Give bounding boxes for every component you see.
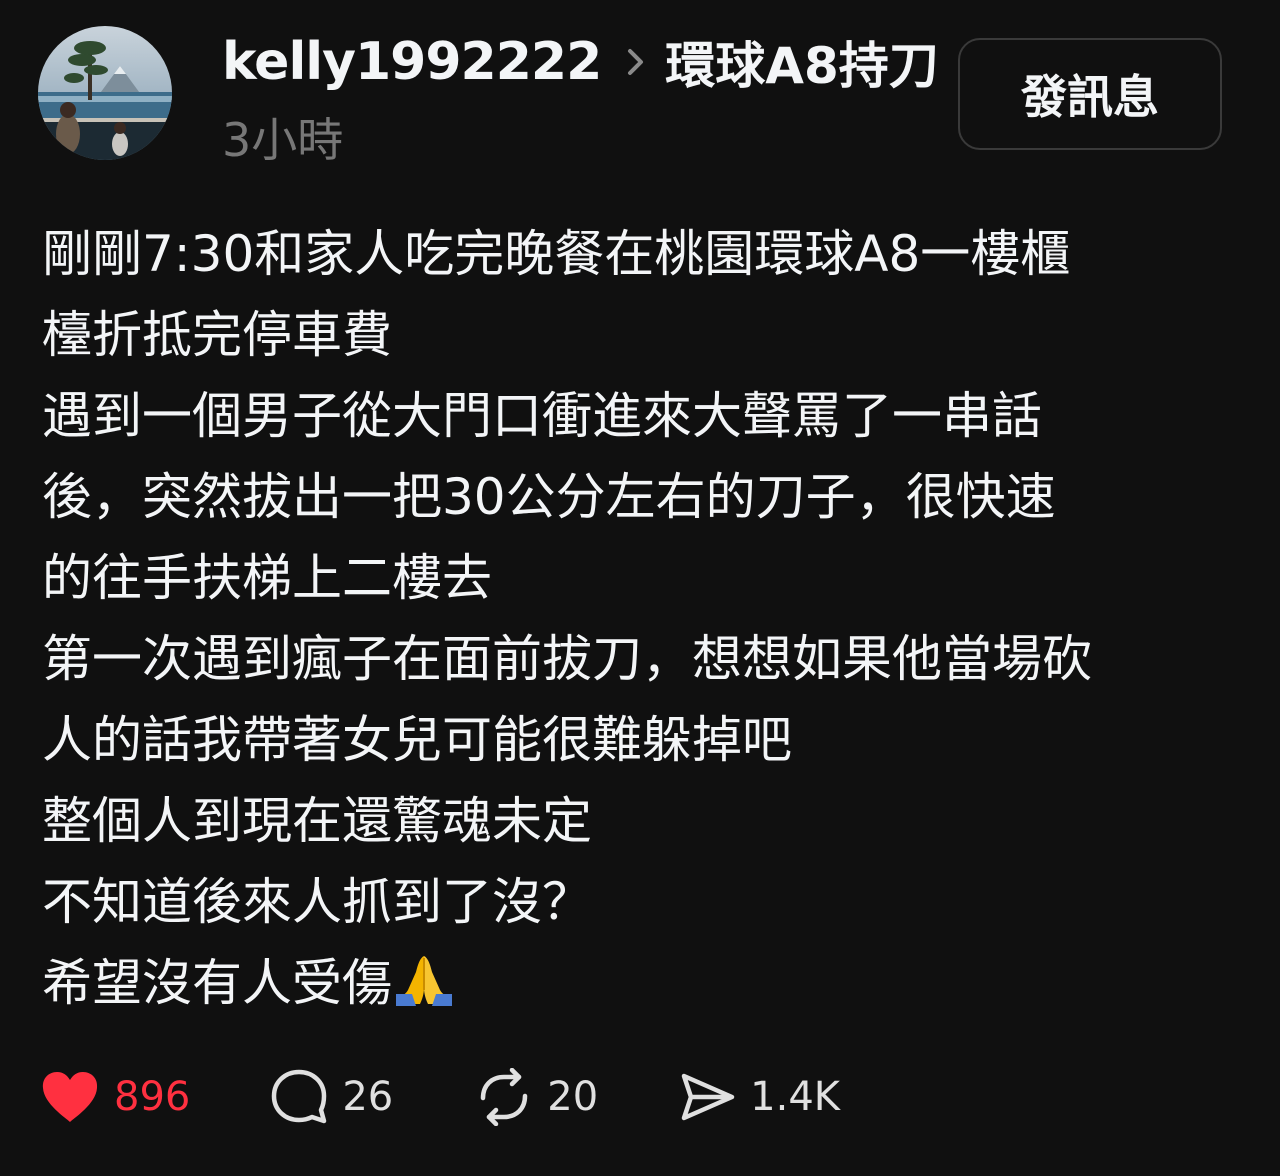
post-body: 剛剛7:30和家人吃完晚餐在桃園環球A8一樓櫃 檯折抵完停車費 遇到一個男子從大… — [42, 214, 1242, 1024]
post-header: kelly1992222 環球A8持刀 — [222, 22, 939, 102]
like-count: 896 — [114, 1074, 191, 1120]
post-text-line: 不知道後來人抓到了沒？ — [42, 873, 592, 931]
folded-hands-emoji-icon — [394, 949, 454, 1030]
share-button[interactable]: 1.4K — [678, 1068, 840, 1126]
post-text-line: 剛剛7:30和家人吃完晚餐在桃園環球A8一樓櫃 — [42, 225, 1071, 283]
username-link[interactable]: kelly1992222 — [222, 32, 602, 92]
chevron-right-icon — [625, 45, 647, 79]
post-text-line: 檯折抵完停車費 — [42, 306, 392, 364]
profile-photo-avatar — [38, 26, 172, 160]
comment-icon — [270, 1068, 328, 1126]
share-count: 1.4K — [750, 1074, 841, 1120]
send-message-button[interactable]: 發訊息 — [958, 38, 1222, 150]
post-text-line: 人的話我帶著女兒可能很難躲掉吧 — [42, 711, 792, 769]
post-text-line: 第一次遇到瘋子在面前拔刀，想想如果他當場砍 — [42, 630, 1092, 688]
comment-count: 26 — [342, 1074, 394, 1120]
heart-icon — [40, 1070, 100, 1124]
post-timestamp: 3小時 — [222, 113, 344, 167]
post-text-line: 後，突然拔出一把30公分左右的刀子，很快速 — [42, 468, 1056, 526]
repost-count: 20 — [547, 1074, 599, 1120]
avatar[interactable] — [38, 26, 172, 160]
topic-tag-link[interactable]: 環球A8持刀 — [665, 26, 939, 98]
repost-icon — [475, 1068, 533, 1126]
post-text-line-last: 希望沒有人受傷 — [42, 943, 1242, 1024]
post-text-line: 的往手扶梯上二樓去 — [42, 549, 492, 607]
like-button[interactable]: 896 — [40, 1070, 190, 1124]
post-action-bar: 896 26 20 1.4K — [40, 1060, 840, 1134]
post-text-line: 遇到一個男子從大門口衝進來大聲罵了一串話 — [42, 387, 1042, 445]
share-icon — [678, 1068, 736, 1126]
post-text-line: 整個人到現在還驚魂未定 — [42, 792, 592, 850]
comment-button[interactable]: 26 — [270, 1068, 393, 1126]
repost-button[interactable]: 20 — [475, 1068, 598, 1126]
post-text-last: 希望沒有人受傷 — [42, 954, 392, 1012]
